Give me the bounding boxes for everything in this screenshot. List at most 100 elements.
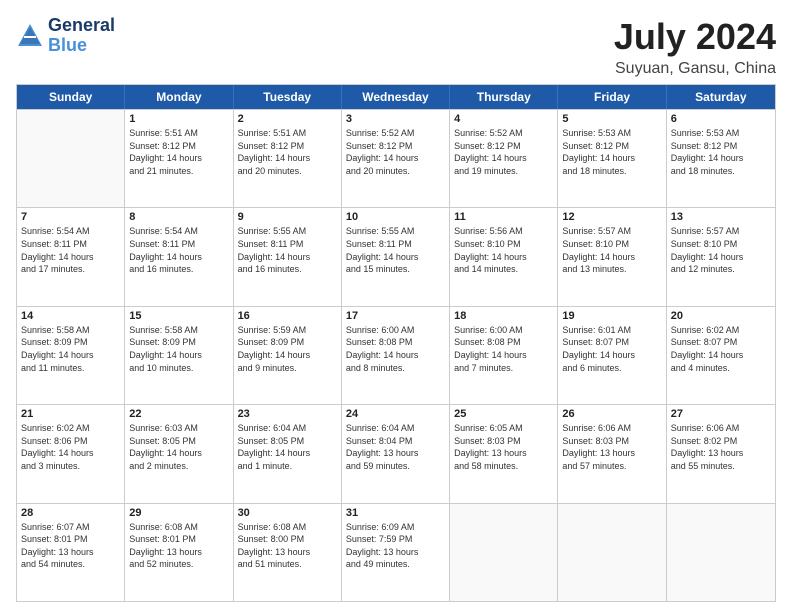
- cal-cell-12: 12 Sunrise: 5:57 AM Sunset: 8:10 PM Dayli…: [558, 208, 666, 305]
- day-number: 24: [346, 408, 445, 420]
- cell-info: Sunrise: 5:55 AM Sunset: 8:11 PM Dayligh…: [238, 225, 337, 275]
- cell-info: Sunrise: 6:04 AM Sunset: 8:04 PM Dayligh…: [346, 422, 445, 472]
- cell-info: Sunrise: 5:58 AM Sunset: 8:09 PM Dayligh…: [21, 324, 120, 374]
- page: General Blue July 2024 Suyuan, Gansu, Ch…: [0, 0, 792, 612]
- cal-cell-25: 25Sunrise: 6:05 AM Sunset: 8:03 PM Dayli…: [450, 405, 558, 502]
- subtitle: Suyuan, Gansu, China: [614, 60, 776, 78]
- day-number: 28: [21, 507, 120, 519]
- cal-cell-2: 2 Sunrise: 5:51 AM Sunset: 8:12 PM Daylig…: [234, 110, 342, 207]
- logo-text: General Blue: [48, 16, 115, 56]
- day-number: 19: [562, 310, 661, 322]
- cal-row-2: 14 Sunrise: 5:58 AM Sunset: 8:09 PM Dayli…: [17, 306, 775, 404]
- cal-cell-15: 15 Sunrise: 5:58 AM Sunset: 8:09 PM Dayli…: [125, 307, 233, 404]
- cal-cell-4: 4 Sunrise: 5:52 AM Sunset: 8:12 PM Daylig…: [450, 110, 558, 207]
- cell-info: Sunrise: 5:52 AM Sunset: 8:12 PM Dayligh…: [346, 127, 445, 177]
- header-cell-saturday: Saturday: [667, 85, 775, 109]
- day-number: 18: [454, 310, 553, 322]
- cal-cell-empty-4-6: [667, 504, 775, 601]
- cell-info: Sunrise: 6:06 AM Sunset: 8:02 PM Dayligh…: [671, 422, 771, 472]
- cell-info: Sunrise: 5:51 AM Sunset: 8:12 PM Dayligh…: [238, 127, 337, 177]
- header-cell-wednesday: Wednesday: [342, 85, 450, 109]
- day-number: 5: [562, 113, 661, 125]
- cal-row-3: 21Sunrise: 6:02 AM Sunset: 8:06 PM Dayli…: [17, 404, 775, 502]
- cal-cell-9: 9Sunrise: 5:55 AM Sunset: 8:11 PM Daylig…: [234, 208, 342, 305]
- cal-cell-27: 27 Sunrise: 6:06 AM Sunset: 8:02 PM Dayli…: [667, 405, 775, 502]
- day-number: 2: [238, 113, 337, 125]
- cell-info: Sunrise: 6:04 AM Sunset: 8:05 PM Dayligh…: [238, 422, 337, 472]
- logo-icon: [16, 22, 44, 50]
- cell-info: Sunrise: 6:02 AM Sunset: 8:07 PM Dayligh…: [671, 324, 771, 374]
- cal-cell-7: 7Sunrise: 5:54 AM Sunset: 8:11 PM Daylig…: [17, 208, 125, 305]
- cell-info: Sunrise: 6:09 AM Sunset: 7:59 PM Dayligh…: [346, 521, 445, 571]
- cell-info: Sunrise: 6:00 AM Sunset: 8:08 PM Dayligh…: [454, 324, 553, 374]
- cell-info: Sunrise: 5:54 AM Sunset: 8:11 PM Dayligh…: [21, 225, 120, 275]
- day-number: 23: [238, 408, 337, 420]
- cal-cell-11: 11Sunrise: 5:56 AM Sunset: 8:10 PM Dayli…: [450, 208, 558, 305]
- cal-row-0: 1 Sunrise: 5:51 AM Sunset: 8:12 PM Daylig…: [17, 109, 775, 207]
- header-cell-friday: Friday: [558, 85, 666, 109]
- day-number: 14: [21, 310, 120, 322]
- calendar-body: 1 Sunrise: 5:51 AM Sunset: 8:12 PM Daylig…: [17, 109, 775, 601]
- cell-info: Sunrise: 5:55 AM Sunset: 8:11 PM Dayligh…: [346, 225, 445, 275]
- cal-cell-29: 29Sunrise: 6:08 AM Sunset: 8:01 PM Dayli…: [125, 504, 233, 601]
- main-title: July 2024: [614, 16, 776, 58]
- day-number: 8: [129, 211, 228, 223]
- cal-cell-23: 23 Sunrise: 6:04 AM Sunset: 8:05 PM Dayli…: [234, 405, 342, 502]
- day-number: 6: [671, 113, 771, 125]
- header-cell-tuesday: Tuesday: [234, 85, 342, 109]
- cal-cell-13: 13Sunrise: 5:57 AM Sunset: 8:10 PM Dayli…: [667, 208, 775, 305]
- cell-info: Sunrise: 5:51 AM Sunset: 8:12 PM Dayligh…: [129, 127, 228, 177]
- cell-info: Sunrise: 5:52 AM Sunset: 8:12 PM Dayligh…: [454, 127, 553, 177]
- cal-row-1: 7Sunrise: 5:54 AM Sunset: 8:11 PM Daylig…: [17, 207, 775, 305]
- cal-cell-17: 17 Sunrise: 6:00 AM Sunset: 8:08 PM Dayli…: [342, 307, 450, 404]
- cal-cell-30: 30 Sunrise: 6:08 AM Sunset: 8:00 PM Dayli…: [234, 504, 342, 601]
- day-number: 31: [346, 507, 445, 519]
- cell-info: Sunrise: 6:03 AM Sunset: 8:05 PM Dayligh…: [129, 422, 228, 472]
- day-number: 17: [346, 310, 445, 322]
- logo-line2: Blue: [48, 36, 115, 56]
- cell-info: Sunrise: 5:59 AM Sunset: 8:09 PM Dayligh…: [238, 324, 337, 374]
- day-number: 16: [238, 310, 337, 322]
- cell-info: Sunrise: 6:00 AM Sunset: 8:08 PM Dayligh…: [346, 324, 445, 374]
- day-number: 21: [21, 408, 120, 420]
- cal-cell-24: 24 Sunrise: 6:04 AM Sunset: 8:04 PM Dayli…: [342, 405, 450, 502]
- title-block: July 2024 Suyuan, Gansu, China: [614, 16, 776, 78]
- cal-cell-1: 1 Sunrise: 5:51 AM Sunset: 8:12 PM Daylig…: [125, 110, 233, 207]
- cal-cell-6: 6Sunrise: 5:53 AM Sunset: 8:12 PM Daylig…: [667, 110, 775, 207]
- day-number: 29: [129, 507, 228, 519]
- day-number: 12: [562, 211, 661, 223]
- day-number: 22: [129, 408, 228, 420]
- cell-info: Sunrise: 5:57 AM Sunset: 8:10 PM Dayligh…: [671, 225, 771, 275]
- cal-cell-3: 3Sunrise: 5:52 AM Sunset: 8:12 PM Daylig…: [342, 110, 450, 207]
- day-number: 27: [671, 408, 771, 420]
- logo-line1: General: [48, 16, 115, 36]
- cal-cell-16: 16 Sunrise: 5:59 AM Sunset: 8:09 PM Dayli…: [234, 307, 342, 404]
- cal-cell-21: 21Sunrise: 6:02 AM Sunset: 8:06 PM Dayli…: [17, 405, 125, 502]
- day-number: 4: [454, 113, 553, 125]
- cell-info: Sunrise: 6:06 AM Sunset: 8:03 PM Dayligh…: [562, 422, 661, 472]
- day-number: 11: [454, 211, 553, 223]
- cal-cell-28: 28 Sunrise: 6:07 AM Sunset: 8:01 PM Dayli…: [17, 504, 125, 601]
- cal-cell-20: 20 Sunrise: 6:02 AM Sunset: 8:07 PM Dayli…: [667, 307, 775, 404]
- cal-cell-31: 31 Sunrise: 6:09 AM Sunset: 7:59 PM Dayli…: [342, 504, 450, 601]
- cal-cell-8: 8 Sunrise: 5:54 AM Sunset: 8:11 PM Daylig…: [125, 208, 233, 305]
- cell-info: Sunrise: 5:58 AM Sunset: 8:09 PM Dayligh…: [129, 324, 228, 374]
- cal-cell-14: 14 Sunrise: 5:58 AM Sunset: 8:09 PM Dayli…: [17, 307, 125, 404]
- cal-cell-18: 18 Sunrise: 6:00 AM Sunset: 8:08 PM Dayli…: [450, 307, 558, 404]
- cal-cell-22: 22 Sunrise: 6:03 AM Sunset: 8:05 PM Dayli…: [125, 405, 233, 502]
- cell-info: Sunrise: 5:57 AM Sunset: 8:10 PM Dayligh…: [562, 225, 661, 275]
- header-cell-monday: Monday: [125, 85, 233, 109]
- day-number: 1: [129, 113, 228, 125]
- day-number: 30: [238, 507, 337, 519]
- cell-info: Sunrise: 6:08 AM Sunset: 8:00 PM Dayligh…: [238, 521, 337, 571]
- cell-info: Sunrise: 6:01 AM Sunset: 8:07 PM Dayligh…: [562, 324, 661, 374]
- day-number: 15: [129, 310, 228, 322]
- cal-cell-5: 5Sunrise: 5:53 AM Sunset: 8:12 PM Daylig…: [558, 110, 666, 207]
- cell-info: Sunrise: 6:07 AM Sunset: 8:01 PM Dayligh…: [21, 521, 120, 571]
- day-number: 20: [671, 310, 771, 322]
- cal-cell-empty-0-0: [17, 110, 125, 207]
- cell-info: Sunrise: 6:05 AM Sunset: 8:03 PM Dayligh…: [454, 422, 553, 472]
- cell-info: Sunrise: 5:54 AM Sunset: 8:11 PM Dayligh…: [129, 225, 228, 275]
- day-number: 10: [346, 211, 445, 223]
- day-number: 26: [562, 408, 661, 420]
